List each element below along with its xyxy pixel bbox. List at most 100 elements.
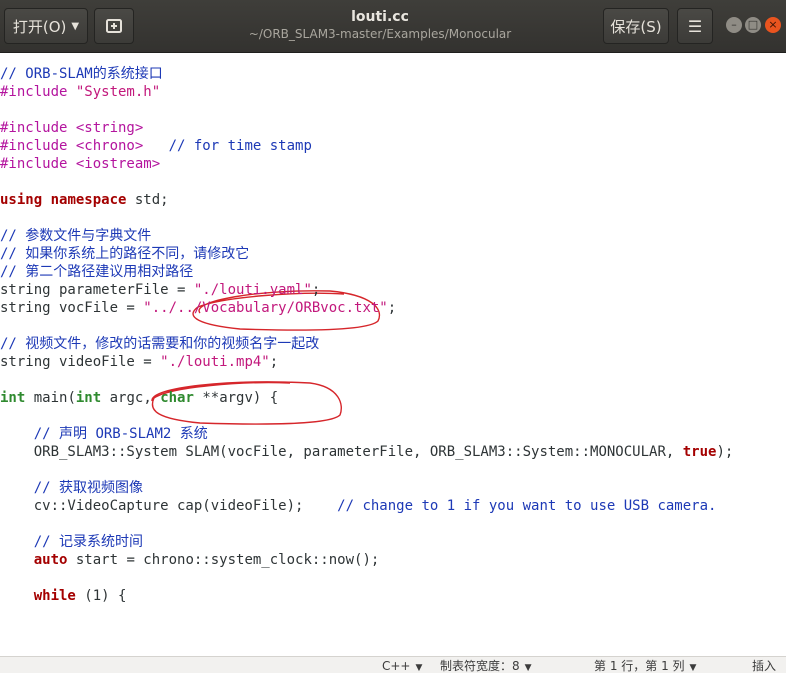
code-token: //: [0, 480, 60, 496]
open-button-label: 打开(O): [12, 17, 67, 36]
tab-width-label: 制表符宽度：8: [440, 659, 520, 673]
minimize-icon: –: [731, 18, 737, 31]
code-token: start = chrono::system_clock::now();: [67, 552, 380, 568]
code-token: 系统: [179, 426, 208, 442]
code-token: // for time stamp: [143, 138, 312, 154]
code-token: //: [0, 264, 26, 280]
code-token: // ORB-SLAM: [0, 66, 93, 82]
code-line: #include <chrono> // for time stamp: [0, 137, 312, 155]
cursor-position-label: 第 1 行，第 1 列: [594, 659, 685, 673]
code-token: using: [0, 192, 43, 208]
code-token: // change to 1 if you want to use USB ca…: [337, 498, 717, 514]
code-line: // 获取视频图像: [0, 479, 143, 497]
code-token: 第二个路径建议用相对路径: [25, 264, 194, 280]
code-line: // 参数文件与字典文件: [0, 227, 151, 245]
code-line: // 如果你系统上的路径不同，请修改它: [0, 245, 249, 263]
code-line: // 视频文件，修改的话需要和你的视频名字一起改: [0, 335, 319, 353]
close-icon: ×: [768, 18, 778, 31]
code-line: // ORB-SLAM的系统接口: [0, 65, 163, 83]
document-path: ~/ORB_SLAM3-master/Examples/Monocular: [248, 27, 512, 41]
tab-width-selector[interactable]: 制表符宽度：8 ▼: [440, 657, 532, 673]
code-token: "./louti.mp4": [160, 354, 270, 370]
code-line: // 记录系统时间: [0, 533, 143, 551]
code-token: (1) {: [75, 588, 127, 604]
code-token: #include <string>: [0, 120, 144, 136]
code-token: **argv) {: [193, 390, 279, 406]
code-token: "./louti.yaml": [193, 282, 312, 298]
code-token: auto: [33, 552, 68, 568]
code-token: //: [0, 336, 26, 352]
header-bar: 打开(O) ▼ louti.cc ~/ORB_SLAM3-master/Exam…: [0, 0, 786, 53]
minimize-button[interactable]: –: [726, 17, 742, 33]
save-button-label: 保存(S): [610, 17, 662, 36]
code-token: string parameterFile =: [0, 282, 194, 298]
code-line: while (1) {: [0, 587, 127, 605]
maximize-button[interactable]: □: [745, 17, 761, 33]
code-line: ORB_SLAM3::System SLAM(vocFile, paramete…: [0, 443, 734, 461]
code-token: true: [682, 444, 717, 460]
code-token: namespace: [50, 192, 127, 208]
chevron-down-icon: ▼: [71, 20, 80, 32]
close-button[interactable]: ×: [765, 17, 781, 33]
code-token: 视频文件，修改的话需要和你的视频名字一起改: [25, 336, 320, 352]
new-document-button[interactable]: [94, 8, 134, 44]
code-token: 记录系统时间: [59, 534, 144, 550]
new-document-icon: [106, 19, 122, 33]
code-token: ORB_SLAM3::System SLAM(vocFile, paramete…: [0, 444, 683, 460]
code-token: 声明: [59, 426, 88, 442]
status-bar: C++ ▼ 制表符宽度：8 ▼ 第 1 行，第 1 列 ▼ 插入: [0, 656, 786, 673]
code-line: #include <string>: [0, 119, 143, 137]
code-line: // 声明 ORB-SLAM2 系统: [0, 425, 208, 443]
code-token: char: [160, 390, 194, 406]
code-token: //: [0, 534, 60, 550]
menu-button[interactable]: ☰: [677, 8, 713, 44]
code-token: //: [0, 246, 26, 262]
code-token: "../../Vocabulary/ORBvoc.txt": [143, 300, 388, 316]
code-token: ;: [387, 300, 397, 316]
code-token: int: [0, 390, 26, 406]
code-token: ;: [311, 282, 321, 298]
code-token: 如果你系统上的路径不同，请修改它: [25, 246, 250, 262]
code-token: //: [0, 228, 26, 244]
code-token: main(: [25, 390, 76, 406]
cursor-position-selector[interactable]: 第 1 行，第 1 列 ▼: [594, 657, 696, 673]
code-token: while: [33, 588, 76, 604]
code-line: #include "System.h": [0, 83, 160, 101]
code-line: string vocFile = "../../Vocabulary/ORBvo…: [0, 299, 396, 317]
code-token: string vocFile =: [0, 300, 144, 316]
code-token: 参数文件与字典文件: [25, 228, 152, 244]
code-token: argc,: [101, 390, 161, 406]
code-token: #include <iostream>: [0, 156, 161, 172]
code-line: auto start = chrono::system_clock::now()…: [0, 551, 380, 569]
open-button[interactable]: 打开(O) ▼: [4, 8, 88, 44]
save-button[interactable]: 保存(S): [603, 8, 669, 44]
code-token: cv::VideoCapture cap(videoFile);: [0, 498, 338, 514]
code-line: #include <iostream>: [0, 155, 160, 173]
code-line: string parameterFile = "./louti.yaml";: [0, 281, 320, 299]
language-label: C++: [382, 659, 411, 673]
code-token: 的系统接口: [92, 66, 163, 82]
code-token: string videoFile =: [0, 354, 161, 370]
code-line: string videoFile = "./louti.mp4";: [0, 353, 278, 371]
code-line: using namespace std;: [0, 191, 169, 209]
hamburger-menu-icon: ☰: [687, 16, 703, 36]
code-line: // 第二个路径建议用相对路径: [0, 263, 193, 281]
window-title-block: louti.cc ~/ORB_SLAM3-master/Examples/Mon…: [180, 8, 580, 42]
code-line: int main(int argc, char **argv) {: [0, 389, 278, 407]
code-token: );: [716, 444, 734, 460]
code-token: ;: [269, 354, 279, 370]
code-token: std;: [126, 192, 169, 208]
code-token: ORB-SLAM2: [87, 426, 180, 442]
document-title: louti.cc: [351, 9, 409, 25]
code-token: 获取视频图像: [59, 480, 144, 496]
language-selector[interactable]: C++ ▼: [382, 657, 422, 673]
code-editor[interactable]: // ORB-SLAM的系统接口 #include "System.h" #incl…: [0, 53, 786, 656]
code-token: "System.h": [75, 84, 161, 100]
maximize-icon: □: [747, 18, 759, 31]
code-token: int: [75, 390, 102, 406]
insert-mode-indicator: 插入: [752, 657, 776, 673]
code-token: //: [0, 426, 60, 442]
